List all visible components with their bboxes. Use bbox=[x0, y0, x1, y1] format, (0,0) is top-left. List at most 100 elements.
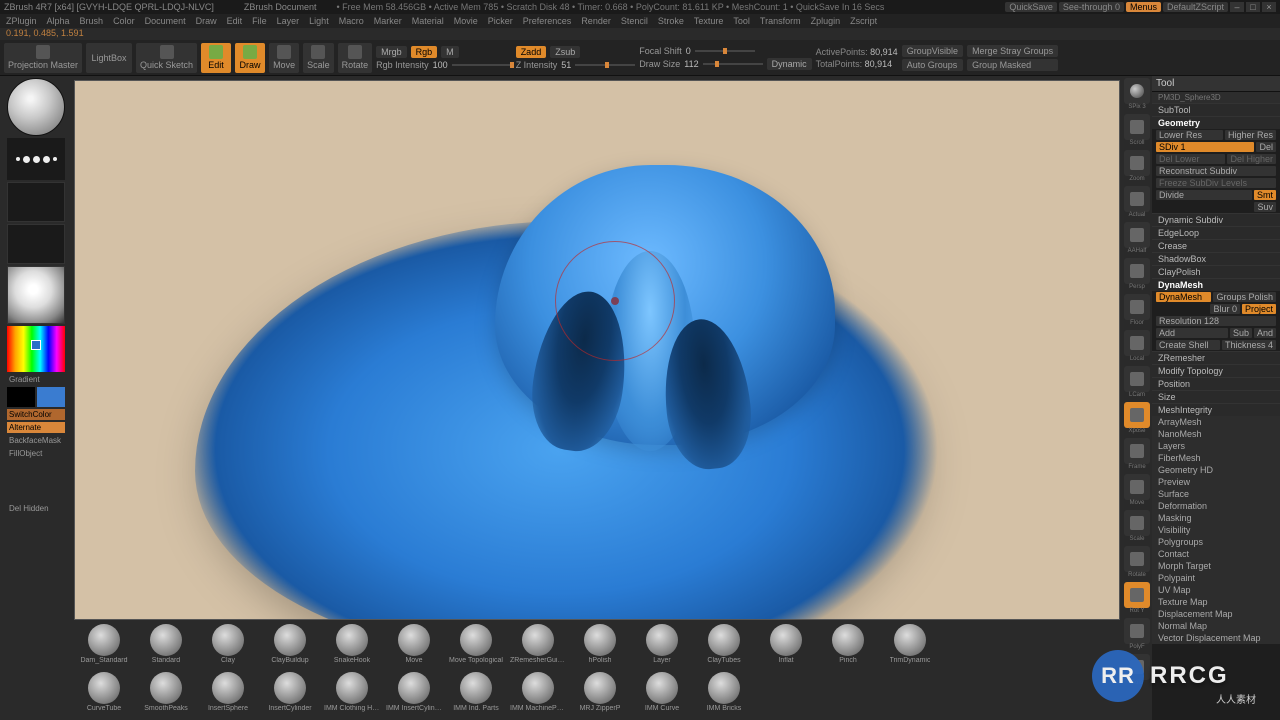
section-dynamic-subdiv[interactable]: Dynamic Subdiv bbox=[1152, 213, 1280, 226]
menu-macro[interactable]: Macro bbox=[339, 16, 364, 26]
stroke-preview[interactable] bbox=[7, 138, 65, 180]
brush-claybuildup[interactable]: ClayBuildup bbox=[262, 624, 318, 664]
menu-color[interactable]: Color bbox=[113, 16, 135, 26]
fill-object-button[interactable]: FillObject bbox=[7, 448, 65, 459]
backface-mask-button[interactable]: BackfaceMask bbox=[7, 435, 65, 446]
mrgb-button[interactable]: Mrgb bbox=[376, 46, 407, 58]
menu-stroke[interactable]: Stroke bbox=[658, 16, 684, 26]
menu-transform[interactable]: Transform bbox=[760, 16, 801, 26]
zadd-button[interactable]: Zadd bbox=[516, 46, 547, 58]
color-picker[interactable] bbox=[7, 326, 65, 372]
brush-mrj-zipperp[interactable]: MRJ ZipperP bbox=[572, 672, 628, 712]
menu-movie[interactable]: Movie bbox=[454, 16, 478, 26]
brush-clay[interactable]: Clay bbox=[200, 624, 256, 664]
section-shadowbox[interactable]: ShadowBox bbox=[1152, 252, 1280, 265]
del-sdiv-button[interactable]: Del bbox=[1256, 142, 1276, 152]
section-morph-target[interactable]: Morph Target bbox=[1152, 560, 1280, 572]
zsub-button[interactable]: Zsub bbox=[550, 46, 580, 58]
brush-standard[interactable]: Standard bbox=[138, 624, 194, 664]
section-deformation[interactable]: Deformation bbox=[1152, 500, 1280, 512]
auto-groups-button[interactable]: Auto Groups bbox=[902, 59, 963, 71]
quick-sketch-button[interactable]: Quick Sketch bbox=[136, 43, 197, 73]
material-slot[interactable] bbox=[7, 266, 65, 324]
group-masked-button[interactable]: Group Masked bbox=[967, 59, 1058, 71]
menu-brush[interactable]: Brush bbox=[80, 16, 104, 26]
menu-document[interactable]: Document bbox=[145, 16, 186, 26]
menu-alpha[interactable]: Alpha bbox=[47, 16, 70, 26]
section-masking[interactable]: Masking bbox=[1152, 512, 1280, 524]
brush-insertcylinder[interactable]: InsertCylinder bbox=[262, 672, 318, 712]
brush-trimdynamic[interactable]: TrimDynamic bbox=[882, 624, 938, 664]
switch-color-button[interactable]: SwitchColor bbox=[7, 409, 65, 420]
create-shell-button[interactable]: Create Shell bbox=[1156, 340, 1220, 350]
projection-master-button[interactable]: Projection Master bbox=[4, 43, 82, 73]
section-uv-map[interactable]: UV Map bbox=[1152, 584, 1280, 596]
frame-icon[interactable] bbox=[1124, 438, 1150, 464]
brush-hpolish[interactable]: hPolish bbox=[572, 624, 628, 664]
brush-inflat[interactable]: Inflat bbox=[758, 624, 814, 664]
edit-mode-button[interactable]: Edit bbox=[201, 43, 231, 73]
xpose-icon[interactable] bbox=[1124, 402, 1150, 428]
section-geometry-hd[interactable]: Geometry HD bbox=[1152, 464, 1280, 476]
local-icon[interactable] bbox=[1124, 330, 1150, 356]
menu-texture[interactable]: Texture bbox=[694, 16, 724, 26]
menu-draw[interactable]: Draw bbox=[196, 16, 217, 26]
brush-claytubes[interactable]: ClayTubes bbox=[696, 624, 752, 664]
menu-preferences[interactable]: Preferences bbox=[523, 16, 572, 26]
menu-material[interactable]: Material bbox=[412, 16, 444, 26]
move-mode-button[interactable]: Move bbox=[269, 43, 299, 73]
del-hidden-button[interactable]: Del Hidden bbox=[7, 503, 65, 514]
merge-stray-button[interactable]: Merge Stray Groups bbox=[967, 45, 1058, 57]
section-meshintegrity[interactable]: MeshIntegrity bbox=[1152, 403, 1280, 416]
aahalf-icon[interactable] bbox=[1124, 222, 1150, 248]
brush-smoothpeaks[interactable]: SmoothPeaks bbox=[138, 672, 194, 712]
gradient-label[interactable]: Gradient bbox=[7, 374, 65, 385]
brush-imm-ind-parts[interactable]: IMM Ind. Parts bbox=[448, 672, 504, 712]
menu-layer[interactable]: Layer bbox=[277, 16, 300, 26]
section-layers[interactable]: Layers bbox=[1152, 440, 1280, 452]
xyz-icon[interactable] bbox=[1124, 582, 1150, 608]
menu-tool[interactable]: Tool bbox=[733, 16, 750, 26]
menu-picker[interactable]: Picker bbox=[488, 16, 513, 26]
draw-mode-button[interactable]: Draw bbox=[235, 43, 265, 73]
brush-dam-standard[interactable]: Dam_Standard bbox=[76, 624, 132, 664]
draw-size-slider[interactable]: Draw Size 112 Dynamic bbox=[639, 58, 811, 70]
solo-icon[interactable] bbox=[1124, 654, 1150, 680]
lower-res-button[interactable]: Lower Res bbox=[1156, 130, 1223, 140]
tool-header[interactable]: Tool bbox=[1152, 76, 1280, 92]
and-button[interactable]: And bbox=[1254, 328, 1276, 338]
persp-icon[interactable] bbox=[1124, 258, 1150, 284]
reconstruct-button[interactable]: Reconstruct Subdiv bbox=[1156, 166, 1276, 176]
scale-icon[interactable] bbox=[1124, 510, 1150, 536]
section-position[interactable]: Position bbox=[1152, 377, 1280, 390]
menu-render[interactable]: Render bbox=[581, 16, 611, 26]
blur-slider[interactable]: Blur 0 bbox=[1210, 304, 1240, 314]
dynamesh-button[interactable]: DynaMesh bbox=[1156, 292, 1211, 302]
alternate-button[interactable]: Alternate bbox=[7, 422, 65, 433]
project-toggle[interactable]: Project bbox=[1242, 304, 1276, 314]
section-size[interactable]: Size bbox=[1152, 390, 1280, 403]
maximize-icon[interactable]: □ bbox=[1246, 2, 1260, 12]
section-polygroups[interactable]: Polygroups bbox=[1152, 536, 1280, 548]
resolution-slider[interactable]: Resolution 128 bbox=[1156, 316, 1276, 326]
menu-file[interactable]: File bbox=[252, 16, 267, 26]
floor-icon[interactable] bbox=[1124, 294, 1150, 320]
scroll-icon[interactable] bbox=[1124, 114, 1150, 140]
material-preview[interactable] bbox=[7, 78, 65, 136]
brush-curvetube[interactable]: CurveTube bbox=[76, 672, 132, 712]
rgb-intensity-slider[interactable]: Rgb Intensity 100 bbox=[376, 60, 512, 70]
close-icon[interactable]: × bbox=[1262, 2, 1276, 12]
color-swatches[interactable] bbox=[7, 387, 65, 407]
brush-move[interactable]: Move bbox=[386, 624, 442, 664]
add-button[interactable]: Add bbox=[1156, 328, 1228, 338]
rotate-mode-button[interactable]: Rotate bbox=[338, 43, 373, 73]
brush-zremesherguides[interactable]: ZRemesherGuides bbox=[510, 624, 566, 664]
geometry-section[interactable]: Geometry bbox=[1152, 116, 1280, 129]
section-fibermesh[interactable]: FiberMesh bbox=[1152, 452, 1280, 464]
brush-insertsphere[interactable]: InsertSphere bbox=[200, 672, 256, 712]
brush-pinch[interactable]: Pinch bbox=[820, 624, 876, 664]
alpha-slot[interactable] bbox=[7, 182, 65, 222]
smt-toggle[interactable]: Smt bbox=[1254, 190, 1276, 200]
group-visible-button[interactable]: GroupVisible bbox=[902, 45, 963, 57]
minimize-icon[interactable]: – bbox=[1230, 2, 1244, 12]
